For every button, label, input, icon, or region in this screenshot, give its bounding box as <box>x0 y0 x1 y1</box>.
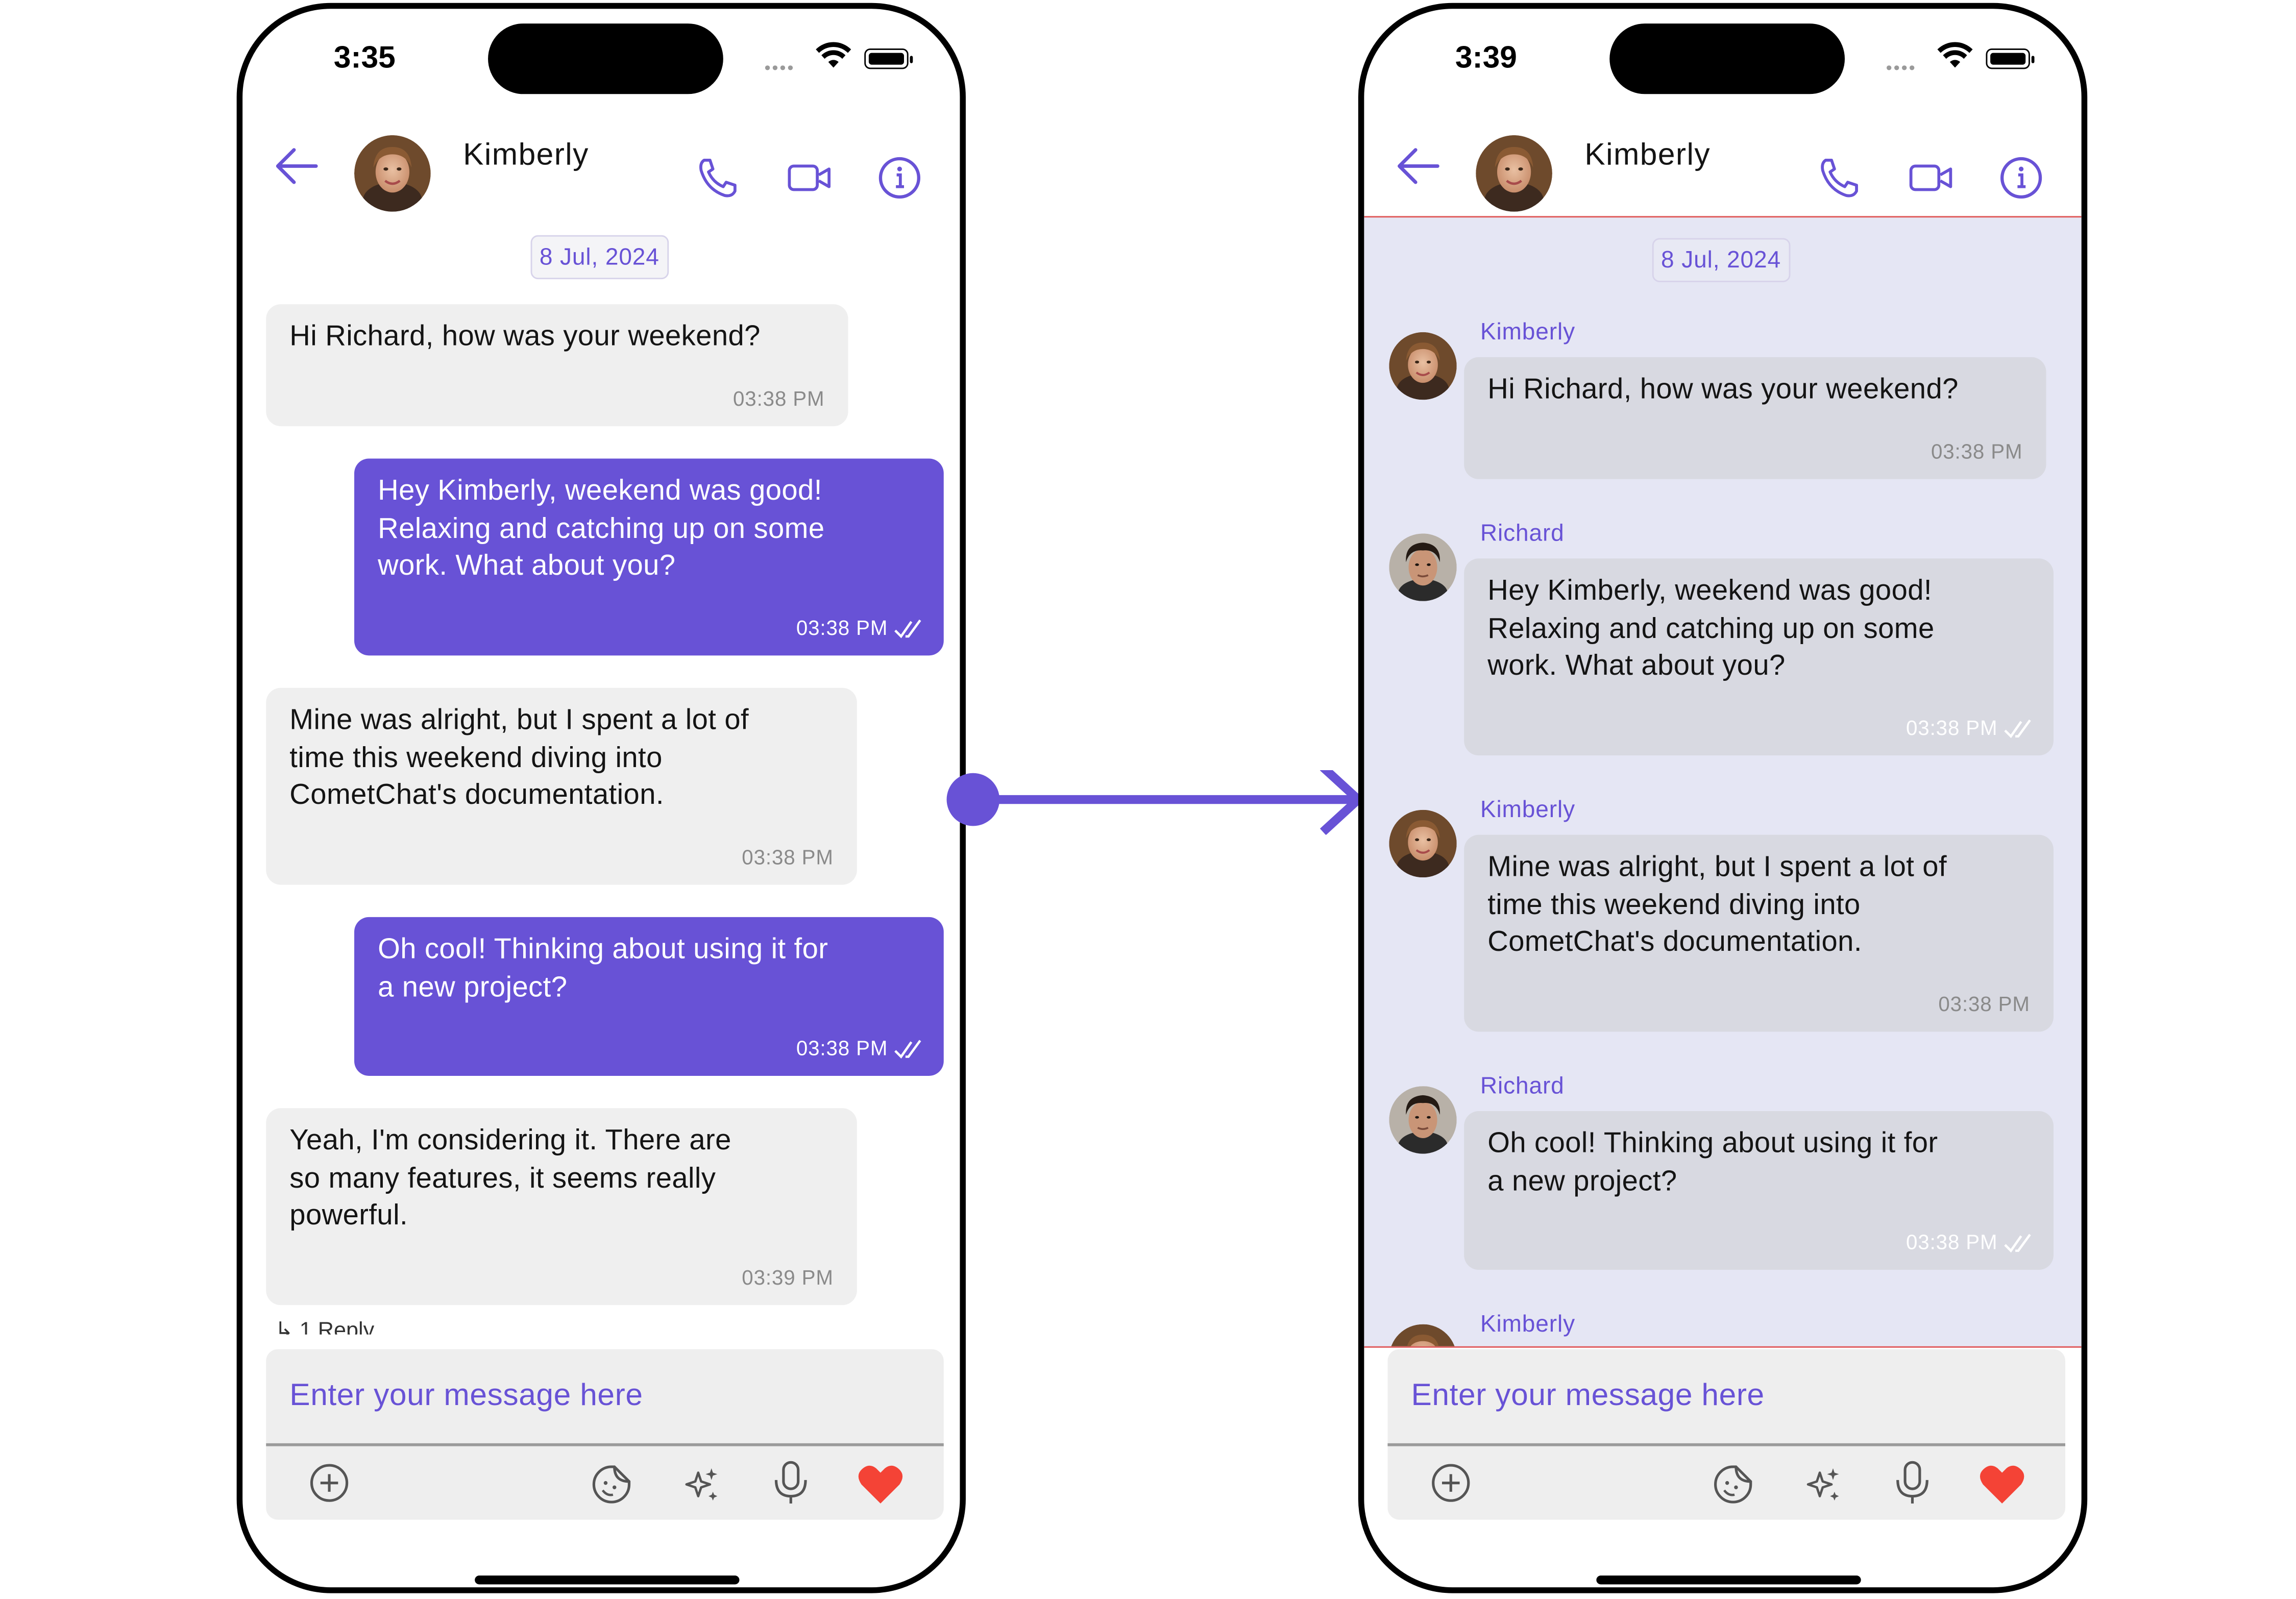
sender-name: Kimberly <box>1480 320 1576 346</box>
date-separator: 8 Jul, 2024 <box>1652 238 1790 282</box>
composer-divider <box>1387 1443 2065 1446</box>
dynamic-island <box>1609 23 1845 94</box>
phone-left: 3:35 •••• Kimberly 8 Jul, 2024 Hi Richar… <box>236 3 966 1593</box>
double-check-icon <box>2004 719 2033 739</box>
message-text: Hey Kimberly, weekend was good! Relaxing… <box>1487 574 1935 682</box>
avatar[interactable] <box>1389 332 1456 400</box>
sender-name: Kimberly <box>1480 798 1576 823</box>
wifi-icon <box>816 42 851 68</box>
message-bubble[interactable]: Oh cool! Thinking about using it for a n… <box>1464 1111 2054 1270</box>
message-text: Oh cool! Thinking about using it for a n… <box>1487 1127 1938 1197</box>
message-bubble-outgoing[interactable]: Oh cool! Thinking about using it for a n… <box>354 917 944 1076</box>
info-icon[interactable] <box>877 156 921 200</box>
message-bubble-incoming[interactable]: Hi Richard, how was your weekend? 03:38 … <box>266 304 848 427</box>
composer-divider <box>266 1443 944 1446</box>
cellular-signal-icon: •••• <box>764 57 795 78</box>
message-time: 03:38 PM <box>742 845 834 869</box>
avatar[interactable] <box>354 135 431 212</box>
status-time: 3:35 <box>333 41 396 75</box>
phone-call-icon[interactable] <box>1817 156 1861 200</box>
double-check-icon <box>2004 1233 2033 1253</box>
contact-name[interactable]: Kimberly <box>463 138 589 174</box>
sticker-icon[interactable] <box>590 1462 633 1506</box>
battery-icon <box>1986 48 2035 69</box>
home-indicator <box>475 1576 740 1585</box>
message-bubble[interactable]: Mine was alright, but I spent a lot of t… <box>1464 834 2054 1032</box>
status-time: 3:39 <box>1455 41 1517 75</box>
message-time: 03:38 PM <box>1906 1230 1998 1254</box>
heart-icon[interactable] <box>857 1464 904 1505</box>
transition-arrow-icon <box>946 770 1363 835</box>
reply-arrow-icon: ↳ <box>275 1318 300 1335</box>
sticker-icon[interactable] <box>1711 1462 1755 1506</box>
message-bubble[interactable]: Hey Kimberly, weekend was good! Relaxing… <box>1464 558 2054 756</box>
date-separator: 8 Jul, 2024 <box>530 235 669 280</box>
message-time: 03:38 PM <box>1938 992 2030 1016</box>
message-time: 03:38 PM <box>796 616 888 639</box>
message-bubble[interactable]: Hi Richard, how was your weekend? 03:38 … <box>1464 357 2046 479</box>
heart-icon[interactable] <box>1979 1464 2025 1505</box>
avatar[interactable] <box>1389 533 1456 601</box>
info-icon[interactable] <box>1999 156 2043 200</box>
message-text: Hi Richard, how was your weekend? <box>289 320 761 353</box>
thread-reply-link[interactable]: ↳ 1 Reply <box>275 1314 375 1335</box>
message-input[interactable]: Enter your message here <box>1411 1379 1765 1414</box>
contact-name[interactable]: Kimberly <box>1584 138 1711 174</box>
double-check-icon <box>894 1039 923 1060</box>
microphone-icon[interactable] <box>772 1460 810 1507</box>
avatar[interactable] <box>1389 1086 1456 1153</box>
back-arrow-icon[interactable] <box>275 147 319 185</box>
add-icon[interactable] <box>1430 1462 1472 1504</box>
sender-name: Richard <box>1480 522 1565 547</box>
avatar[interactable] <box>1389 1324 1456 1348</box>
message-time: 03:38 PM <box>733 386 825 410</box>
back-arrow-icon[interactable] <box>1397 147 1440 185</box>
video-call-icon[interactable] <box>787 162 834 194</box>
double-check-icon <box>894 619 923 639</box>
wifi-icon <box>1937 42 1973 68</box>
ai-sparkle-icon[interactable] <box>680 1464 722 1505</box>
message-time: 03:38 PM <box>1906 716 1998 740</box>
avatar[interactable] <box>1476 135 1552 212</box>
message-bubble-outgoing[interactable]: Hey Kimberly, weekend was good! Relaxing… <box>354 458 944 656</box>
message-list[interactable]: 8 Jul, 2024 Kimberly Hi Richard, how was… <box>1364 216 2082 1348</box>
comparison-canvas: 3:35 •••• Kimberly 8 Jul, 2024 Hi Richar… <box>0 0 2296 1599</box>
message-bubble-incoming[interactable]: Yeah, I'm considering it. There are so m… <box>266 1108 857 1306</box>
sender-name: Richard <box>1480 1074 1565 1100</box>
battery-icon <box>864 48 913 69</box>
message-time: 03:39 PM <box>742 1265 834 1289</box>
message-text: Yeah, I'm considering it. There are so m… <box>289 1124 731 1232</box>
message-input[interactable]: Enter your message here <box>289 1379 643 1414</box>
message-time: 03:38 PM <box>1931 439 2023 463</box>
phone-call-icon[interactable] <box>695 156 739 200</box>
avatar[interactable] <box>1389 810 1456 877</box>
message-text: Oh cool! Thinking about using it for a n… <box>378 933 828 1003</box>
message-composer: Enter your message here <box>1387 1349 2065 1520</box>
message-composer: Enter your message here <box>266 1349 944 1520</box>
message-text: Mine was alright, but I spent a lot of t… <box>289 704 749 811</box>
message-time: 03:38 PM <box>796 1036 888 1060</box>
sender-name: Kimberly <box>1480 1312 1576 1338</box>
video-call-icon[interactable] <box>1908 162 1955 194</box>
cellular-signal-icon: •••• <box>1886 57 1917 78</box>
dynamic-island <box>488 23 723 94</box>
phone-right: 3:39 •••• Kimberly 8 Jul, 2024 Kimberly <box>1358 3 2088 1593</box>
message-bubble-incoming[interactable]: Mine was alright, but I spent a lot of t… <box>266 687 857 885</box>
microphone-icon[interactable] <box>1893 1460 1932 1507</box>
add-icon[interactable] <box>309 1462 350 1504</box>
thread-reply-count: 1 Reply <box>299 1318 375 1335</box>
message-text: Hey Kimberly, weekend was good! Relaxing… <box>378 475 825 582</box>
home-indicator <box>1596 1576 1861 1585</box>
message-text: Mine was alright, but I spent a lot of t… <box>1487 851 1947 958</box>
message-text: Hi Richard, how was your weekend? <box>1487 373 1959 406</box>
ai-sparkle-icon[interactable] <box>1802 1464 1844 1505</box>
